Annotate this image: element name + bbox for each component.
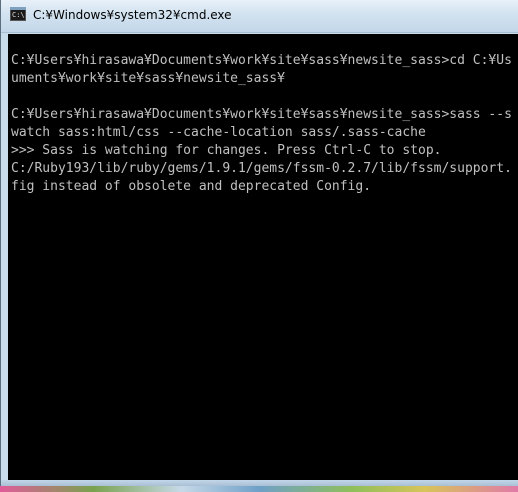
console-output-area[interactable]: C:¥Users¥hirasawa¥Documents¥work¥site¥sa… bbox=[8, 34, 518, 480]
console-line: C:/Ruby193/lib/ruby/gems/1.9.1/gems/fssm… bbox=[11, 161, 512, 176]
cmd-window[interactable]: C:\ C:¥Windows¥system32¥cmd.exe C:¥Users… bbox=[0, 0, 518, 486]
console-line: uments¥work¥site¥sass¥newsite_sass¥ bbox=[11, 71, 285, 86]
console-line: C:¥Users¥hirasawa¥Documents¥work¥site¥sa… bbox=[11, 107, 512, 122]
cmd-icon[interactable]: C:\ bbox=[10, 7, 26, 21]
window-title: C:¥Windows¥system32¥cmd.exe bbox=[33, 8, 232, 22]
console-line: >>> Sass is watching for changes. Press … bbox=[11, 143, 442, 158]
console-line: watch sass:html/css --cache-location sas… bbox=[11, 125, 426, 140]
console-line: C:¥Users¥hirasawa¥Documents¥work¥site¥sa… bbox=[11, 53, 512, 68]
console-line: fig instead of obsolete and deprecated C… bbox=[11, 179, 372, 194]
title-bar[interactable]: C:\ C:¥Windows¥system32¥cmd.exe bbox=[1, 0, 518, 33]
window-bottom-border bbox=[1, 480, 518, 486]
